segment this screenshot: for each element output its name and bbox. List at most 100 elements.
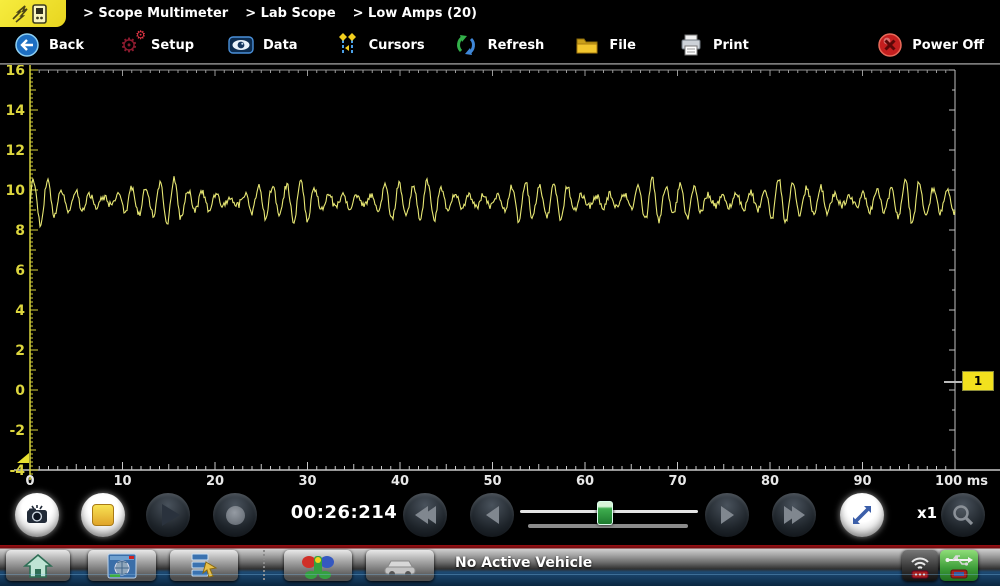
snapshot-button[interactable] [15,493,59,537]
x-axis-label: 80 [761,474,779,487]
breadcrumb-item-low-amps[interactable]: > Low Amps (20) [353,6,477,21]
toolbar: Back ⚙⚙ Setup Data Cursors [0,27,1000,63]
data-button[interactable]: Data [228,32,298,58]
rewind-button[interactable] [403,493,447,537]
refresh-label: Refresh [488,38,545,53]
x-axis-label: 70 [668,474,686,487]
cursors-label: Cursors [369,38,425,53]
vehicle-connect-button[interactable] [284,550,352,581]
scanner-app-icon [106,552,138,580]
x-axis-label: 40 [391,474,409,487]
double-left-arrow-icon [415,506,436,524]
right-arrow-icon [721,506,734,524]
scope-display: 1614121086420-2-40102030405060708090100 … [0,65,1000,487]
y-axis-label: 8 [15,223,25,239]
camera-icon [25,504,49,526]
cursors-icon [334,32,360,58]
back-label: Back [49,38,84,53]
gears-icon: ⚙⚙ [116,32,142,58]
trigger-marker [17,453,29,463]
refresh-arrows-icon [453,32,479,58]
magnifier-icon [951,503,975,527]
time-display: 00:26:214 [288,502,400,523]
wireless-indicator[interactable] [902,550,938,581]
y-axis-label: 10 [6,183,26,199]
back-arrow-icon [14,32,40,58]
usb-icon [944,552,974,580]
vehicle-connect-icon [301,552,335,580]
zoom-level-label: x1 [912,504,942,522]
vehicle-info-button[interactable] [366,550,434,581]
breadcrumb: > Scope Multimeter > Lab Scope > Low Amp… [0,0,1000,27]
breadcrumb-item-scope-multimeter[interactable]: > Scope Multimeter [83,6,228,21]
home-button[interactable] [6,550,70,581]
multimeter-glyph [11,3,55,25]
refresh-button[interactable]: Refresh [453,32,545,58]
x-axis-label: 90 [853,474,871,487]
scanner-app-button[interactable] [88,550,156,581]
x-axis-label: 60 [576,474,594,487]
record-button[interactable] [213,493,257,537]
data-label: Data [263,38,298,53]
scope-tools-icon [188,552,220,580]
taskbar: No Active Vehicle [0,545,1000,586]
home-icon [23,553,53,579]
step-forward-button[interactable] [705,493,749,537]
back-button[interactable]: Back [14,32,84,58]
power-off-label: Power Off [912,38,984,53]
playback-slider-thumb[interactable] [597,501,613,525]
active-vehicle-status: No Active Vehicle [455,555,592,571]
print-label: Print [713,38,749,53]
left-arrow-icon [486,506,499,524]
setup-label: Setup [151,38,194,53]
vehicle-info-icon [383,554,417,578]
play-button[interactable] [146,493,190,537]
expand-arrows-icon [850,503,874,527]
file-label: File [609,38,636,53]
expand-button[interactable] [840,493,884,537]
y-axis-label: 12 [6,143,25,159]
y-axis-label: 16 [6,65,25,79]
double-right-arrow-icon [784,506,805,524]
y-axis-label: 6 [15,263,25,279]
power-off-icon [877,32,903,58]
zoom-button[interactable] [941,493,985,537]
wifi-icon [906,552,934,580]
folder-icon [574,32,600,58]
printer-icon [678,32,704,58]
stop-icon [92,504,114,526]
setup-button[interactable]: ⚙⚙ Setup [116,32,194,58]
file-button[interactable]: File [574,32,636,58]
print-button[interactable]: Print [678,32,749,58]
y-axis-label: 2 [15,343,25,359]
scope-tools-button[interactable] [170,550,238,581]
y-axis-label: -4 [9,463,25,479]
x-axis-label: 100 ms [935,474,988,487]
channel-1-badge[interactable]: 1 [962,371,994,391]
y-axis-label: 0 [15,383,25,399]
y-axis-label: -2 [9,423,25,439]
taskbar-divider [263,550,265,580]
y-axis-label: 14 [6,103,26,119]
breadcrumb-item-lab-scope[interactable]: > Lab Scope [245,6,335,21]
scope-multimeter-screen: > Scope Multimeter > Lab Scope > Low Amp… [0,0,1000,586]
scope-multimeter-app-icon [0,0,66,27]
playback-controls: 00:26:214 x1 [0,487,1000,545]
power-off-button[interactable]: Power Off [877,32,984,58]
record-icon [226,506,245,525]
x-axis-label: 0 [25,474,34,487]
x-axis-label: 20 [206,474,224,487]
usb-connection-indicator[interactable] [940,550,978,581]
eye-icon [228,32,254,58]
waveform-channel-1 [30,176,955,226]
cursors-button[interactable]: Cursors [334,32,425,58]
playback-slider[interactable] [520,495,698,535]
step-back-button[interactable] [470,493,514,537]
scope-plot: 1614121086420-2-40102030405060708090100 … [0,65,1000,487]
x-axis-label: 30 [298,474,316,487]
y-axis-label: 4 [15,303,25,319]
stop-button[interactable] [81,493,125,537]
fast-forward-button[interactable] [772,493,816,537]
play-icon [162,504,180,526]
x-axis-label: 10 [113,474,131,487]
